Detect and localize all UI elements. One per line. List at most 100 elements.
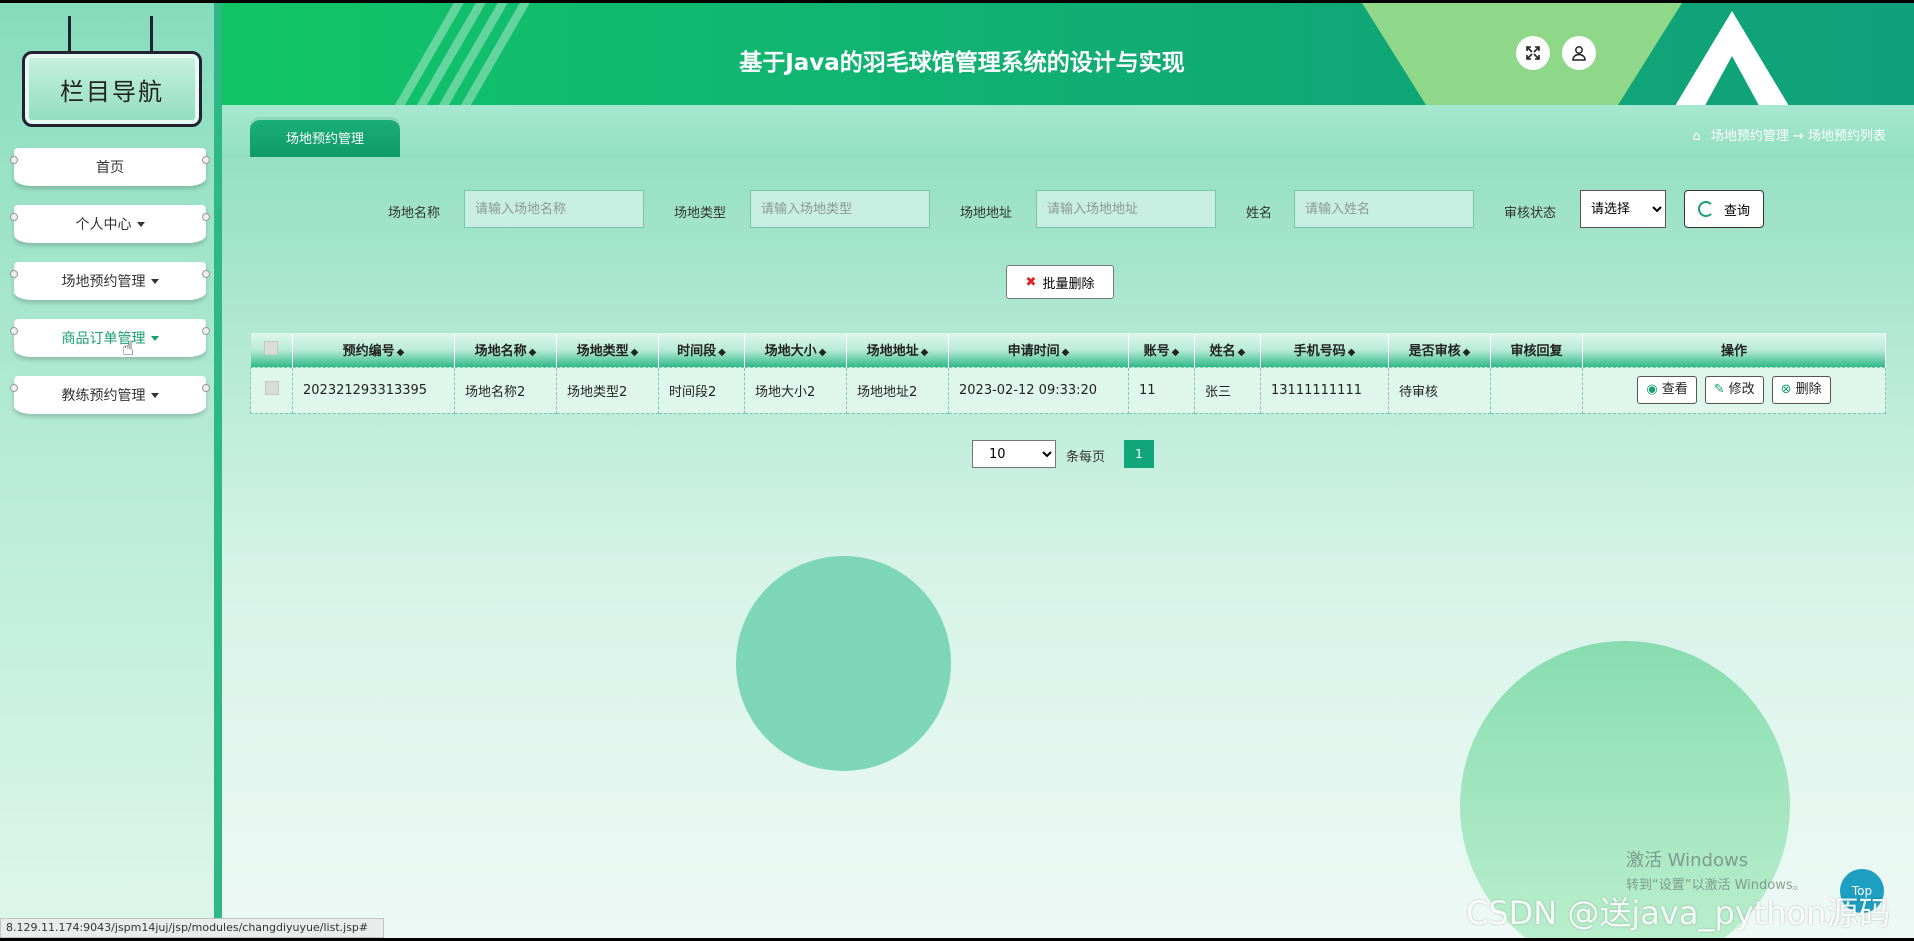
sidebar-item-coach-booking[interactable]: 教练预约管理 [10,376,210,414]
header-label: 是否审核 [1408,344,1461,360]
page-size-select[interactable]: 10 [972,440,1056,468]
app-screen: 栏目导航 首页 个人中心 场地预约管理 商品订单管理 教练预约管理 ☝ 基于Ja… [0,3,1914,938]
decor-circle [736,556,951,771]
close-circle-icon: ⊗ [1780,382,1792,397]
pin-icon [10,384,18,392]
expand-icon-glyph [1526,46,1540,60]
view-button[interactable]: ◉ 查看 [1637,376,1697,404]
page-title: 基于Java的羽毛球馆管理系统的设计与实现 [739,50,1185,76]
cell-time-slot: 时间段2 [658,366,745,414]
expand-icon[interactable] [1516,36,1550,70]
query-button[interactable]: 查询 [1684,190,1764,228]
header-venue-size[interactable]: 场地大小 ◆ [744,333,847,367]
sidebar-hanger-left [68,16,71,54]
table-header-row: 预约编号 ◆ 场地名称 ◆ 场地类型 ◆ 时间段 ◆ 场地大小 ◆ 场地地址 ◆ 申请时间 ◆… [250,333,1886,367]
venue-address-input[interactable] [1036,190,1216,228]
header-name[interactable]: 姓名 ◆ [1194,333,1261,367]
sidebar-item-label: 首页 [96,160,124,176]
activate-title: 激活 Windows [1626,850,1749,871]
header-phone[interactable]: 手机号码 ◆ [1260,333,1389,367]
venue-name-label: 场地名称 [388,206,441,221]
header-label: 姓名 [1209,344,1236,360]
sort-icon: ◆ [818,347,827,359]
audit-status-select[interactable]: 请选择 [1580,190,1666,228]
edit-button-label: 修改 [1728,382,1755,397]
sidebar: 栏目导航 首页 个人中心 场地预约管理 商品订单管理 教练预约管理 ☝ [0,3,222,938]
edit-button[interactable]: ✎ 修改 [1704,376,1764,404]
header-venue-address[interactable]: 场地地址 ◆ [846,333,949,367]
per-page-label: 条每页 [1066,450,1106,465]
batch-delete-button[interactable]: ✖ 批量删除 [1006,265,1114,299]
batch-delete-label: 批量删除 [1042,276,1095,292]
pin-icon [10,156,18,164]
breadcrumb-text: 场地预约管理 → 场地预约列表 [1710,129,1886,144]
pin-icon [202,156,210,164]
close-icon: ✖ [1025,274,1037,290]
header-peak-decoration [1672,11,1792,105]
sort-icon: ◆ [630,347,639,359]
sort-icon: ◆ [718,347,726,359]
header-apply-time[interactable]: 申请时间 ◆ [948,333,1129,367]
row-checkbox[interactable] [264,381,279,395]
header-label: 申请时间 [1007,344,1060,360]
header-label: 场地大小 [764,344,817,360]
header-account[interactable]: 账号 ◆ [1128,333,1195,367]
csdn-watermark: CSDN @送java_python源码 [1466,894,1891,932]
venue-address-label: 场地地址 [960,206,1013,221]
name-label: 姓名 [1246,206,1273,221]
venue-name-input[interactable] [464,190,644,228]
header-label: 场地名称 [474,344,527,360]
cell-venue-name: 场地名称2 [454,366,557,414]
header: 基于Java的羽毛球馆管理系统的设计与实现 [222,3,1914,105]
user-icon-glyph [1572,46,1586,61]
home-icon[interactable]: ⌂ [1692,129,1700,144]
pin-icon [202,384,210,392]
sidebar-item-product-orders[interactable]: 商品订单管理 [10,319,210,357]
cell-audit-status: 待审核 [1388,366,1491,414]
booking-table: 预约编号 ◆ 场地名称 ◆ 场地类型 ◆ 时间段 ◆ 场地大小 ◆ 场地地址 ◆ 申请时间 ◆… [250,333,1886,414]
pin-icon [202,270,210,278]
header-actions: 操作 [1582,333,1886,367]
caret-down-icon [150,335,159,341]
pencil-icon: ✎ [1713,382,1725,397]
cell-name: 张三 [1194,366,1261,414]
sidebar-item-personal-center[interactable]: 个人中心 [10,205,210,243]
view-button-label: 查看 [1661,382,1688,397]
sort-icon: ◆ [396,347,405,359]
row-select-cell [250,366,293,414]
sort-icon: ◆ [1462,347,1471,359]
delete-button[interactable]: ⊗ 删除 [1771,376,1831,404]
caret-down-icon [150,278,159,284]
user-icon[interactable] [1562,36,1596,70]
cell-booking-no: 202321293313395 [292,366,455,414]
caret-down-icon [150,392,159,398]
header-audit-status[interactable]: 是否审核 ◆ [1388,333,1491,367]
select-all-checkbox[interactable] [264,340,279,355]
sidebar-item-venue-booking[interactable]: 场地预约管理 [10,262,210,300]
audit-status-label: 审核状态 [1504,206,1557,221]
search-form: 场地名称 场地类型 场地地址 姓名 审核状态 请选择 查询 [222,190,1914,230]
venue-type-input[interactable] [750,190,930,228]
sidebar-item-home[interactable]: 首页 [10,148,210,186]
name-input[interactable] [1294,190,1474,228]
cell-actions: ◉ 查看 ✎ 修改 ⊗ 删除 [1582,366,1886,414]
main-content: 场地名称 场地类型 场地地址 姓名 审核状态 请选择 查询 ✖ 批量删除 [222,157,1914,938]
cell-venue-type: 场地类型2 [556,366,659,414]
cell-venue-address: 场地地址2 [846,366,949,414]
caret-down-icon [136,221,145,227]
header-venue-name[interactable]: 场地名称 ◆ [454,333,557,367]
pin-icon [202,213,210,221]
sort-icon: ◆ [1171,347,1180,359]
cell-phone: 13111111111 [1260,366,1389,414]
sidebar-title: 栏目导航 [22,51,202,127]
header-time-slot[interactable]: 时间段 ◆ [658,333,745,367]
sort-icon: ◆ [1347,347,1356,359]
header-venue-type[interactable]: 场地类型 ◆ [556,333,659,367]
header-label: 预约编号 [342,344,395,360]
sidebar-hanger-right [150,16,153,54]
tab-venue-booking[interactable]: 场地预约管理 [250,117,400,157]
sidebar-item-label: 个人中心 [75,217,132,233]
page-number-button[interactable]: 1 [1124,440,1154,468]
header-booking-no[interactable]: 预约编号 ◆ [292,333,455,367]
header-label: 时间段 [677,344,717,360]
